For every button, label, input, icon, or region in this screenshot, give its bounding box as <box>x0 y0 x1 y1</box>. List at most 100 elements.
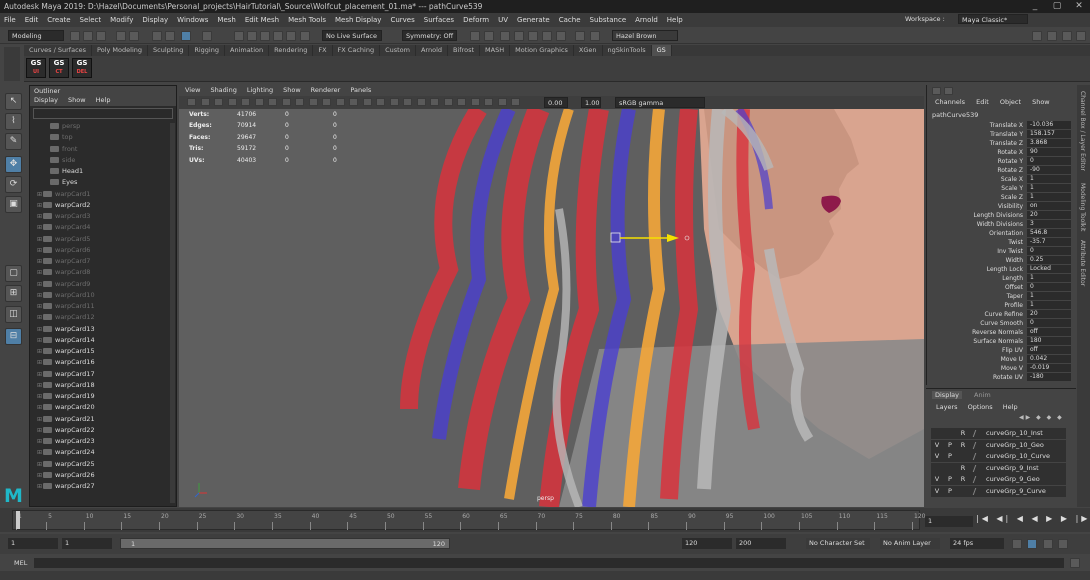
film-gate-icon[interactable] <box>254 98 264 106</box>
exposure-field[interactable]: 0.00 <box>544 97 568 108</box>
menu-cache[interactable]: Cache <box>559 16 581 24</box>
outliner-item[interactable]: ⊞ warpCard9 <box>30 279 176 290</box>
channel-row[interactable]: Move U 0.042 <box>927 355 1077 364</box>
outliner-item[interactable]: ⊞ warpCard19 <box>30 391 176 402</box>
layer-playback-toggle[interactable]: P <box>944 451 956 462</box>
open-scene-icon[interactable] <box>83 31 93 41</box>
viewport-menu-lighting[interactable]: Lighting <box>247 85 273 96</box>
character-set-dropdown[interactable]: No Character Set <box>806 538 870 549</box>
menu-mesh-display[interactable]: Mesh Display <box>335 16 381 24</box>
layer-color-swatch[interactable] <box>972 441 984 449</box>
shelf-tab-sculpting[interactable]: Sculpting <box>148 45 190 56</box>
wireframe-icon[interactable] <box>335 98 345 106</box>
outliner-item[interactable]: ⊞ warpCard6 <box>30 245 176 256</box>
playback-end-field[interactable]: 120 <box>682 538 732 549</box>
channel-value[interactable]: 3 <box>1027 220 1071 228</box>
channel-row[interactable]: Length Divisions 20 <box>927 211 1077 220</box>
outliner-item[interactable]: ⊞ warpCard20 <box>30 402 176 413</box>
layer-reference-toggle[interactable]: R <box>957 440 969 451</box>
layer-reference-toggle[interactable]: R <box>957 463 969 474</box>
history-icon[interactable] <box>470 31 480 41</box>
layer-menu-help[interactable]: Help <box>1003 403 1018 411</box>
viewport-menu-shading[interactable]: Shading <box>210 85 236 96</box>
smooth-shade-icon[interactable] <box>349 98 358 106</box>
channel-row[interactable]: Length 1 <box>927 274 1077 283</box>
shelf-tab-animation[interactable]: Animation <box>225 45 270 56</box>
channel-value[interactable]: 0 <box>1027 247 1071 255</box>
render-view-icon[interactable] <box>500 31 510 41</box>
outliner-item[interactable]: ⊞ warpCard22 <box>30 425 176 436</box>
input-ops-icon[interactable] <box>484 31 494 41</box>
channel-row[interactable]: Scale Y 1 <box>927 184 1077 193</box>
workspace-dropdown[interactable]: Maya Classic* <box>958 14 1028 24</box>
channel-value[interactable]: 3.868 <box>1027 139 1071 147</box>
channel-row[interactable]: Rotate Y 0 <box>927 157 1077 166</box>
channel-value[interactable]: 0 <box>1027 319 1071 327</box>
channel-value[interactable]: 0 <box>1027 157 1071 165</box>
xray-icon[interactable] <box>457 98 466 106</box>
tool-settings-icon[interactable] <box>1062 31 1072 41</box>
time-slider-bar[interactable]: 1510152025303540455055606570758085909510… <box>12 510 925 530</box>
shelf-tab-custom[interactable]: Custom <box>380 45 416 56</box>
channel-value[interactable]: 546.8 <box>1027 229 1071 237</box>
outliner-menu-help[interactable]: Help <box>96 96 111 104</box>
select-tool-icon[interactable]: ↖ <box>5 93 22 110</box>
layer-tab-anim[interactable]: Anim <box>974 391 991 399</box>
gs-del-shelf-button[interactable]: GS DEL <box>72 58 92 78</box>
two-view-icon[interactable]: ◫ <box>5 306 22 323</box>
xray-components-icon[interactable] <box>484 98 493 106</box>
xray-joints-icon[interactable] <box>470 98 480 106</box>
aa-icon[interactable] <box>416 98 426 106</box>
fps-dropdown[interactable]: 24 fps <box>950 538 1004 549</box>
layer-buttons-icons[interactable]: ◀▶ ◆ ◆ ◆ <box>1019 414 1069 422</box>
menu-substance[interactable]: Substance <box>590 16 627 24</box>
shelf-tab-arnold[interactable]: Arnold <box>416 45 449 56</box>
gs-ui-shelf-button[interactable]: GS UI <box>26 58 46 78</box>
outliner-item[interactable]: ⊞ warpCard3 <box>30 211 176 222</box>
channel-value[interactable]: 0.25 <box>1027 256 1071 264</box>
menu-modify[interactable]: Modify <box>110 16 133 24</box>
layer-playback-toggle[interactable]: P <box>944 474 956 485</box>
render-settings-icon[interactable] <box>542 31 552 41</box>
channel-value[interactable]: 1 <box>1027 193 1071 201</box>
outliner-menu-display[interactable]: Display <box>34 96 58 104</box>
channel-row[interactable]: Taper 1 <box>927 292 1077 301</box>
viewport-menu-view[interactable]: View <box>185 85 200 96</box>
outliner-item[interactable]: ⊞ warpCard27 <box>30 481 176 492</box>
shadows-icon[interactable] <box>389 98 399 106</box>
maximize-button[interactable]: ▢ <box>1046 0 1068 13</box>
channel-value[interactable]: 1 <box>1027 175 1071 183</box>
outliner-item[interactable]: ⊞ warpCard17 <box>30 369 176 380</box>
outliner-item[interactable]: ⊞ warpCard23 <box>30 436 176 447</box>
side-tab-channel-box[interactable]: Channel Box / Layer Editor <box>1079 91 1086 171</box>
channel-row[interactable]: Width Divisions 3 <box>927 220 1077 229</box>
outliner-item[interactable]: ⊞ warpCard5 <box>30 234 176 245</box>
shelf-tab-rigging[interactable]: Rigging <box>189 45 225 56</box>
safe-action-icon[interactable] <box>308 98 318 106</box>
shelf-tab-mash[interactable]: MASH <box>480 45 511 56</box>
ao-icon[interactable] <box>403 98 412 106</box>
lasso-tool-icon[interactable]: ⌇ <box>5 113 22 130</box>
channel-row[interactable]: Orientation 546.8 <box>927 229 1077 238</box>
channel-value[interactable]: 20 <box>1027 211 1071 219</box>
layer-color-swatch[interactable] <box>972 453 984 460</box>
loop-icon[interactable] <box>1012 539 1022 549</box>
channel-value[interactable]: -180 <box>1027 373 1071 381</box>
gate-mask-icon[interactable] <box>281 98 291 106</box>
layer-row[interactable]: RcurveGrp_9_Inst <box>931 462 1066 474</box>
menu-arnold[interactable]: Arnold <box>635 16 658 24</box>
vertex-mask-icon[interactable] <box>202 31 212 41</box>
outliner-item[interactable]: Eyes <box>30 177 176 188</box>
menu-help[interactable]: Help <box>667 16 683 24</box>
rotate-tool-icon[interactable]: ⟳ <box>5 176 22 193</box>
channel-value[interactable]: 1 <box>1027 184 1071 192</box>
viewport-menu-show[interactable]: Show <box>283 85 301 96</box>
shelf-tab-ngskintools[interactable]: ngSkinTools <box>603 45 652 56</box>
mode-dropdown[interactable]: Modeling <box>8 30 64 41</box>
channel-row[interactable]: Move V -0.019 <box>927 364 1077 373</box>
channel-value[interactable]: -0.019 <box>1027 364 1071 372</box>
outliner-item[interactable]: ⊞ warpCard16 <box>30 357 176 368</box>
outliner-item[interactable]: ⊞ warpCard10 <box>30 290 176 301</box>
user-account[interactable]: Hazel Brown <box>612 30 678 41</box>
channel-row[interactable]: Inv Twist 0 <box>927 247 1077 256</box>
